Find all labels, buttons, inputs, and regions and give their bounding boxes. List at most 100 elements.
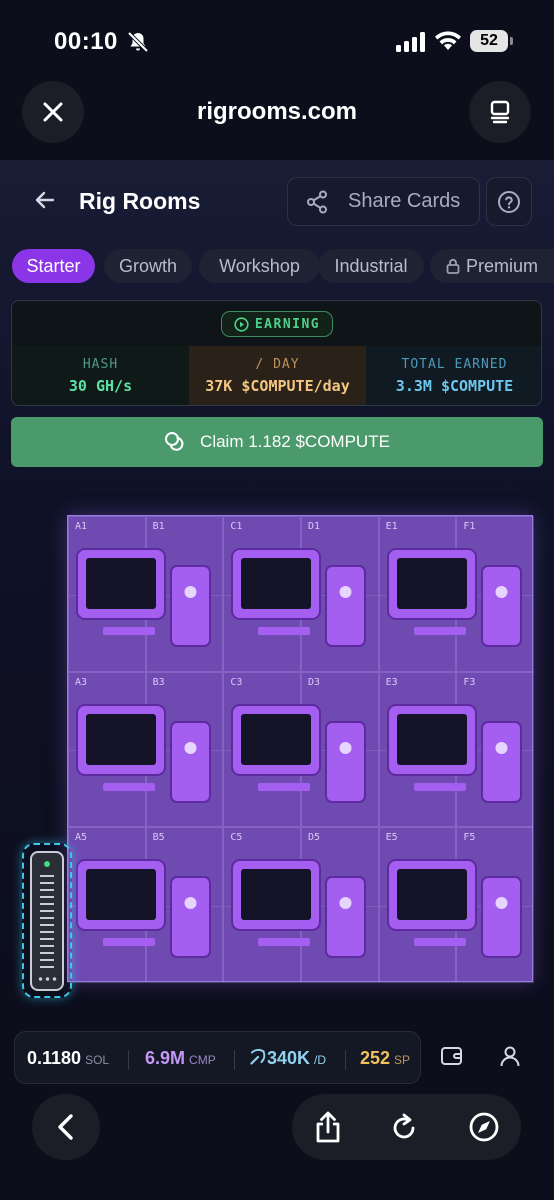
server-rack[interactable] xyxy=(22,843,72,998)
monitor-stand xyxy=(103,782,155,791)
reload-icon[interactable] xyxy=(389,1111,419,1143)
rate-value: 340K xyxy=(267,1048,311,1068)
mining-rig[interactable] xyxy=(383,546,533,656)
pc-power-led xyxy=(184,586,197,598)
pc-tower xyxy=(170,720,211,803)
user-icon[interactable] xyxy=(498,1044,522,1068)
lock-icon xyxy=(446,258,460,274)
back-arrow-icon[interactable] xyxy=(34,189,56,211)
grid-cell-label: B3 xyxy=(152,676,165,688)
earning-badge: EARNING xyxy=(221,311,333,337)
claim-button[interactable]: Claim 1.182 $COMPUTE xyxy=(11,417,543,467)
battery-indicator: 52 xyxy=(470,30,508,52)
total-stat: TOTAL EARNED 3.3M $COMPUTE xyxy=(366,346,541,405)
day-value: 37K $COMPUTE/day xyxy=(205,377,350,395)
pc-tower xyxy=(325,876,367,959)
monitor-screen xyxy=(86,713,156,765)
help-button[interactable] xyxy=(486,177,532,226)
wifi-icon xyxy=(435,31,461,50)
browser-back-button[interactable] xyxy=(32,1094,100,1160)
sol-value: 0.1180 xyxy=(27,1048,82,1068)
grid-cell-label: D5 xyxy=(308,832,321,844)
mining-rig[interactable] xyxy=(383,702,533,812)
rate-display: 340K/D xyxy=(249,1048,326,1069)
rig-room-grid[interactable]: A1 B1 C1 D1 E1 F1 A3 B3 C3 D3 E3 F3 A5 B5 C5 D5 E5 F5 xyxy=(67,515,534,983)
monitor-stand xyxy=(258,782,311,791)
tab-industrial[interactable]: Industrial xyxy=(318,249,424,283)
status-bar: 00:10 52 xyxy=(0,0,554,84)
monitor-screen xyxy=(396,713,467,765)
monitor-stand xyxy=(103,938,155,947)
earnings-card: EARNING HASH 30 GH/s / DAY 37K $COMPUTE/… xyxy=(11,300,542,406)
day-label: / DAY xyxy=(255,357,300,372)
share-cards-label: Share Cards xyxy=(348,190,461,212)
sol-balance: 0.1180 SOL xyxy=(27,1048,109,1069)
status-time: 00:10 xyxy=(54,28,118,55)
total-value: 3.3M $COMPUTE xyxy=(395,377,514,395)
day-stat: / DAY 37K $COMPUTE/day xyxy=(189,346,366,405)
cmp-value: 6.9M xyxy=(145,1048,186,1068)
pc-tower xyxy=(480,565,522,647)
signal-icon xyxy=(396,32,425,52)
total-label: TOTAL EARNED xyxy=(401,357,508,372)
share-cards-button[interactable]: Share Cards xyxy=(287,177,480,226)
tab-workshop[interactable]: Workshop xyxy=(199,249,320,283)
grid-cell-label: B5 xyxy=(152,832,165,844)
mining-rig[interactable] xyxy=(72,702,222,812)
wallet-icon[interactable] xyxy=(440,1045,464,1067)
grid-cell-label: C5 xyxy=(230,832,243,844)
help-icon xyxy=(498,190,520,213)
wallet-bar: 0.1180 SOL 6.9M CMP 340K/D 252 SP xyxy=(14,1031,421,1084)
monitor-stand xyxy=(103,627,155,635)
pc-power-led xyxy=(495,586,508,598)
tab-growth[interactable]: Growth xyxy=(104,249,192,283)
server-status-led xyxy=(44,861,50,867)
page-title: Rig Rooms xyxy=(79,188,201,214)
hash-stat: HASH 30 GH/s xyxy=(12,346,189,405)
monitor-screen xyxy=(396,869,467,921)
pc-power-led xyxy=(339,897,352,910)
pc-power-led xyxy=(184,897,197,910)
tabs-icon xyxy=(490,100,510,124)
sol-unit: SOL xyxy=(85,1053,110,1067)
tab-premium[interactable]: Premium xyxy=(430,249,554,283)
earning-badge-label: EARNING xyxy=(254,316,321,332)
grid-cell-label: C1 xyxy=(230,521,243,532)
tabs-button[interactable] xyxy=(469,81,531,143)
rate-unit: /D xyxy=(314,1053,327,1067)
mining-rig[interactable] xyxy=(72,857,222,967)
grid-cell-label: F5 xyxy=(463,832,476,844)
server-dots xyxy=(37,977,57,981)
monitor-stand xyxy=(413,782,466,791)
monitor-screen xyxy=(241,713,312,765)
pc-power-led xyxy=(495,741,508,754)
grid-cell-label: E1 xyxy=(385,521,398,532)
pc-tower xyxy=(325,565,367,647)
sp-value: 252 xyxy=(360,1048,391,1068)
play-circle-icon xyxy=(234,316,249,332)
grid-cell-label: C3 xyxy=(230,676,243,688)
grid-cell-label: A5 xyxy=(75,832,88,844)
grid-cell-label: A3 xyxy=(75,676,88,688)
compass-icon[interactable] xyxy=(468,1111,500,1143)
mining-rig[interactable] xyxy=(227,546,377,656)
monitor-screen xyxy=(86,869,156,921)
monitor-screen xyxy=(86,558,156,609)
pc-tower xyxy=(480,876,522,959)
monitor-screen xyxy=(241,558,312,609)
pc-tower xyxy=(170,876,211,959)
mining-rig[interactable] xyxy=(383,857,533,967)
grid-cell-label: B1 xyxy=(152,521,165,532)
browser-actions xyxy=(292,1094,521,1160)
hash-value: 30 GH/s xyxy=(68,377,133,395)
mining-rig[interactable] xyxy=(227,857,377,967)
mining-rig[interactable] xyxy=(227,702,377,812)
monitor-stand xyxy=(258,938,311,947)
tab-starter[interactable]: Starter xyxy=(12,249,95,283)
cmp-unit: CMP xyxy=(189,1053,216,1067)
claim-label: Claim 1.182 $COMPUTE xyxy=(200,432,390,451)
share-upload-icon[interactable] xyxy=(313,1111,343,1143)
pc-power-led xyxy=(184,741,197,754)
mining-rig[interactable] xyxy=(72,546,222,656)
grid-cell-label: E5 xyxy=(385,832,398,844)
